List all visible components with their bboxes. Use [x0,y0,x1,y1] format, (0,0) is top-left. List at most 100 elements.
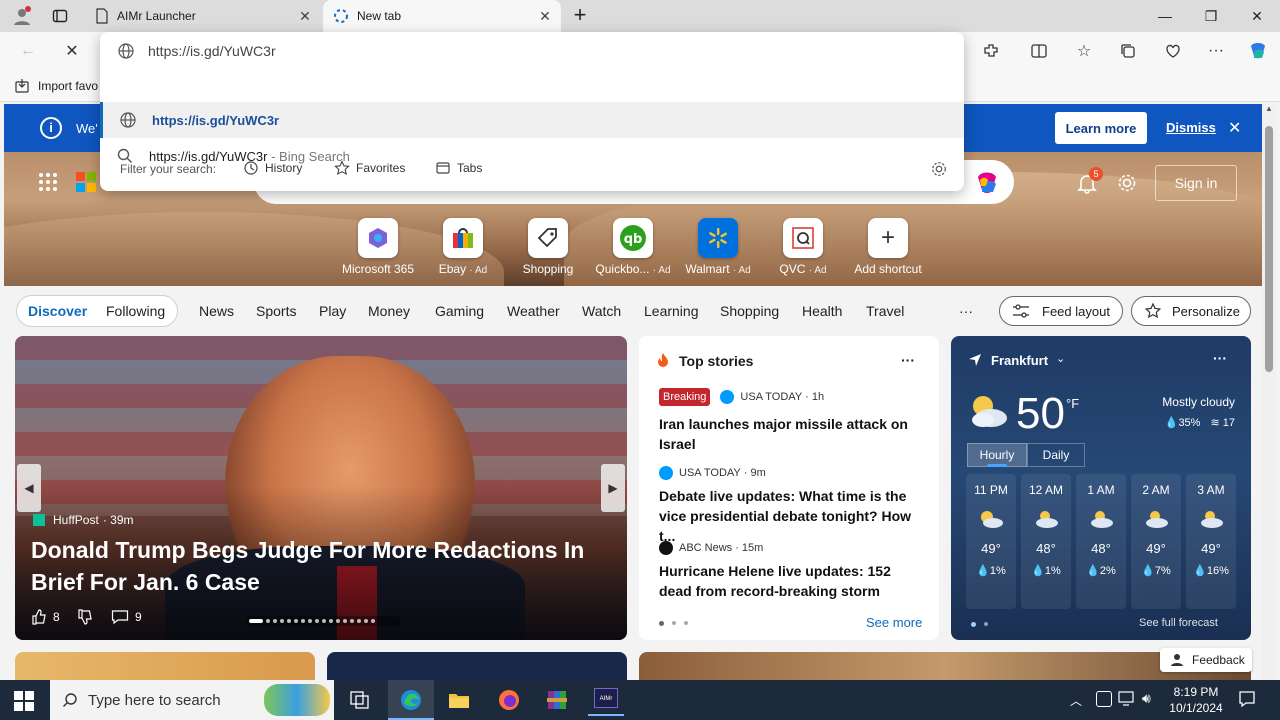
suggestion-search[interactable]: https://is.gd/YuWC3r - Bing Search [100,138,964,174]
browser-essentials-icon[interactable] [1160,39,1186,63]
filter-favorites[interactable]: Favorites [334,160,405,176]
quick-link-shopping[interactable]: Shopping [508,218,588,276]
favorites-icon[interactable]: ☆ [1071,39,1097,63]
nav-health[interactable]: Health [802,303,842,319]
weather-more-icon[interactable]: ··· [1213,350,1227,366]
feedback-button[interactable]: Feedback [1160,648,1252,672]
nav-news[interactable]: News [199,303,234,319]
nav-play[interactable]: Play [319,303,346,319]
learn-more-button[interactable]: Learn more [1055,112,1147,144]
weather-location[interactable]: Frankfurt [991,353,1048,368]
sign-in-button[interactable]: Sign in [1155,165,1237,201]
filter-history[interactable]: History [243,160,302,176]
split-screen-icon[interactable] [1026,39,1052,63]
tab-aimr-launcher[interactable]: AIMr Launcher ✕ [85,0,321,32]
profile-icon[interactable] [12,6,32,26]
file-explorer-icon[interactable] [448,690,470,710]
close-tab-icon[interactable]: ✕ [537,8,553,24]
scrollbar-thumb[interactable] [1265,126,1273,372]
story-headline[interactable]: Hurricane Helene live updates: 152 dead … [659,561,924,601]
tab-discover[interactable]: Discover [28,303,87,319]
start-button[interactable] [14,691,34,711]
weather-tab-daily[interactable]: Daily [1027,443,1085,467]
carousel-next-button[interactable]: ▶ [601,464,625,512]
story-item[interactable]: Breaking USA TODAY · 1h Iran launches ma… [659,388,924,454]
card-preview-2[interactable] [327,652,627,680]
network-icon[interactable] [1118,691,1136,707]
dislike-button[interactable] [77,609,93,625]
dismiss-link[interactable]: Dismiss [1166,120,1216,135]
restore-button[interactable]: ❐ [1188,0,1234,32]
suggestion-url[interactable]: https://is.gd/YuWC3r [100,102,964,138]
firefox-icon[interactable] [498,689,520,711]
extensions-icon[interactable] [978,39,1004,63]
add-shortcut-button[interactable]: + Add shortcut [848,218,928,276]
aimr-taskbar-icon[interactable]: AIMr [588,684,624,716]
nav-travel[interactable]: Travel [866,303,904,319]
minimize-button[interactable]: — [1142,0,1188,32]
lead-headline[interactable]: Donald Trump Begs Judge For More Redacti… [31,534,601,598]
see-more-link[interactable]: See more [866,615,922,630]
top-stories-pager[interactable] [659,621,688,626]
nav-sports[interactable]: Sports [256,303,296,319]
close-tab-icon[interactable]: ✕ [297,8,313,24]
back-icon[interactable]: ← [15,39,41,63]
feed-layout-button[interactable]: Feed layout [999,296,1123,326]
nav-money[interactable]: Money [368,303,410,319]
nav-weather[interactable]: Weather [507,303,560,319]
chevron-down-icon[interactable]: ⌄ [1056,352,1065,365]
collections-icon[interactable] [1115,39,1141,63]
card-preview-1[interactable] [15,652,315,680]
tab-actions-icon[interactable] [52,8,68,24]
settings-icon[interactable] [1116,172,1138,194]
hour-column[interactable]: 3 AM 49° 💧16% [1186,474,1236,609]
story-headline[interactable]: Debate live updates: What time is the vi… [659,486,924,546]
hour-column[interactable]: 1 AM 48° 💧2% [1076,474,1126,609]
lead-story-card[interactable]: ◀ ▶ HuffPost · 39m Donald Trump Begs Jud… [15,336,627,640]
app-launcher-icon[interactable] [38,172,58,192]
filter-tabs[interactable]: Tabs [435,160,482,176]
nav-learning[interactable]: Learning [644,303,699,319]
hour-column[interactable]: 11 PM 49° 💧1% [966,474,1016,609]
story-headline[interactable]: Iran launches major missile attack on Is… [659,414,924,454]
new-tab-button[interactable]: + [568,4,592,28]
address-input[interactable]: https://is.gd/YuWC3r [148,43,276,59]
volume-icon[interactable]: 🔊︎ [1142,690,1151,707]
top-stories-more-icon[interactable]: ··· [901,352,915,368]
weather-pager[interactable] [971,622,988,627]
full-forecast-link[interactable]: See full forecast [1139,617,1218,629]
nav-shopping[interactable]: Shopping [720,303,779,319]
more-menu-icon[interactable]: ··· [1203,39,1229,63]
story-item[interactable]: ABC News · 15m Hurricane Helene live upd… [659,541,924,601]
tab-new-tab[interactable]: New tab ✕ [323,0,561,32]
quick-link-microsoft-365[interactable]: Microsoft 365 [338,218,418,276]
close-infobar-icon[interactable]: ✕ [1228,118,1241,138]
nav-more-icon[interactable]: ··· [959,303,973,319]
notification-center-icon[interactable] [1238,690,1256,708]
tab-following[interactable]: Following [106,303,165,319]
show-hidden-icons[interactable]: ︿ [1070,692,1082,709]
winrar-icon[interactable] [546,689,568,711]
quick-link-qvc[interactable]: QVC · Ad [763,218,843,276]
edge-taskbar-icon[interactable] [388,680,434,720]
copilot-search-icon[interactable] [972,168,1002,198]
story-item[interactable]: USA TODAY · 9m Debate live updates: What… [659,466,924,546]
quick-link-quickbooks[interactable]: qb Quickbo... · Ad [593,218,673,276]
hour-column[interactable]: 2 AM 49° 💧7% [1131,474,1181,609]
clock[interactable]: 8:19 PM 10/1/2024 [1166,684,1226,716]
carousel-prev-button[interactable]: ◀ [17,464,41,512]
search-settings-icon[interactable] [930,160,948,178]
close-window-button[interactable]: ✕ [1234,0,1280,32]
quick-link-walmart[interactable]: Walmart · Ad [678,218,758,276]
stop-loading-icon[interactable]: ✕ [59,39,85,63]
comments-button[interactable]: 9 [111,609,142,625]
carousel-dots[interactable] [245,616,401,626]
scrollbar[interactable]: ▲ [1262,104,1276,680]
hour-column[interactable]: 12 AM 48° 💧1% [1021,474,1071,609]
tray-icon[interactable] [1096,691,1112,707]
taskbar-search[interactable]: Type here to search [50,680,334,720]
nav-gaming[interactable]: Gaming [435,303,484,319]
like-button[interactable]: 8 [31,609,60,625]
nav-watch[interactable]: Watch [582,303,621,319]
task-view-icon[interactable] [350,691,370,709]
